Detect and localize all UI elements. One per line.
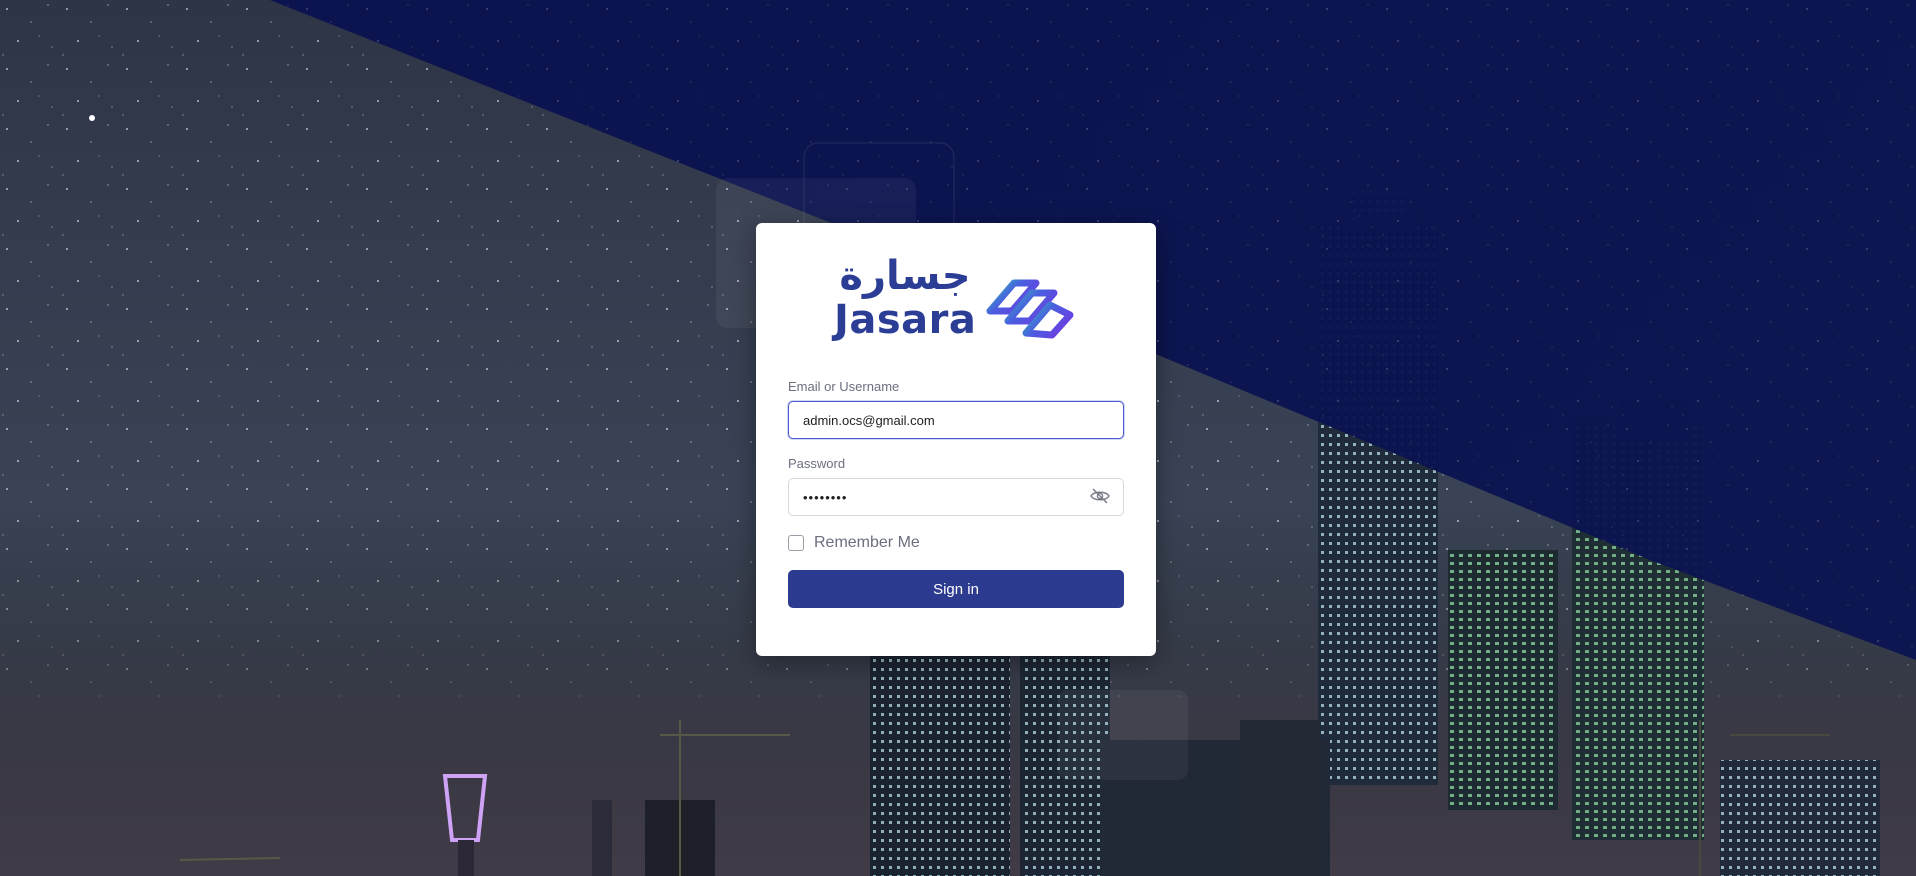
- login-card: جسارة Jasara Email or Username Password: [756, 223, 1156, 656]
- logo-mark-icon: [986, 279, 1074, 339]
- jasara-logo: جسارة Jasara: [834, 253, 1084, 343]
- password-label: Password: [788, 456, 846, 471]
- eye-off-icon[interactable]: [1090, 488, 1110, 504]
- remember-me-checkbox[interactable]: [788, 535, 804, 551]
- remember-me-label: Remember Me: [814, 534, 920, 551]
- logo-latin-text: Jasara: [834, 297, 977, 343]
- email-label: Email or Username: [788, 379, 900, 394]
- email-input[interactable]: [788, 401, 1124, 439]
- password-input[interactable]: [788, 478, 1124, 516]
- sign-in-button[interactable]: Sign in: [788, 570, 1124, 608]
- logo-arabic-text: جسارة: [839, 253, 971, 299]
